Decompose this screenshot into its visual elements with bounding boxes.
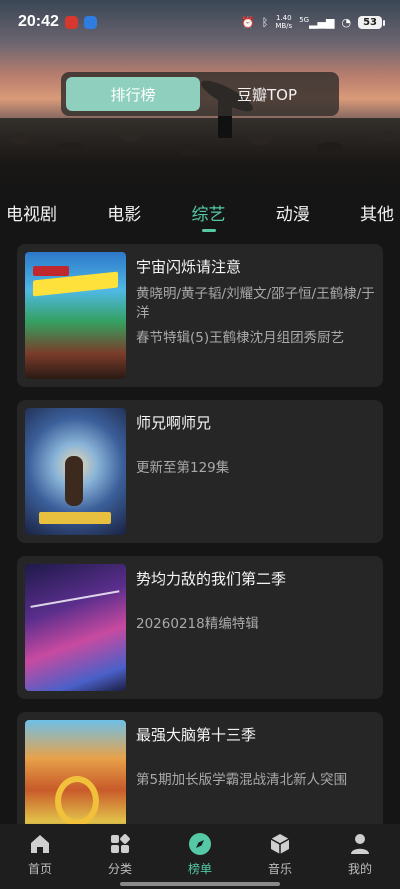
nav-music-label: 音乐 [267,862,292,876]
list-item[interactable]: 宇宙闪烁请注意 黄晓明/黄子韬/刘耀文/邵子恒/王鹤棣/于洋 春节特辑(5)王鹤… [17,244,383,387]
tab-other[interactable]: 其他 [360,190,394,234]
tab-tv-series[interactable]: 电视剧 [6,190,57,234]
status-bar: 20:42 ⏰ ᛒ 1.40 MB/s 5G▂▄▆ ◔ 53 [0,0,400,44]
app-notification-icon [83,15,97,29]
bluetooth-icon: ᛒ [261,15,269,29]
poster-image [25,252,126,379]
list-item[interactable]: 势均力敌的我们第二季 20260218精编特辑 [17,556,383,699]
home-indicator[interactable] [120,882,280,886]
netease-music-icon [64,15,78,29]
ranking-list: 宇宙闪烁请注意 黄晓明/黄子韬/刘耀文/邵子恒/王鹤棣/于洋 春节特辑(5)王鹤… [0,234,400,824]
item-title: 势均力敌的我们第二季 [136,570,287,588]
nav-profile-label: 我的 [347,862,372,876]
user-icon [351,834,369,854]
item-title: 宇宙闪烁请注意 [136,258,242,276]
network-type: 5G [299,15,310,24]
tab-douban-top[interactable]: 豆瓣TOP [200,77,334,111]
list-item[interactable]: 最强大脑第十三季 第5期加长版学霸混战清北新人突围 [17,712,383,824]
nav-category-label: 分类 [107,862,132,876]
poster-image [25,720,126,824]
tab-variety[interactable]: 综艺 [192,190,226,234]
item-cast: 黄晓明/黄子韬/刘耀文/邵子恒/王鹤棣/于洋 [136,286,375,321]
network-speed-value: 1.40 [275,14,292,22]
compass-icon [189,833,211,855]
item-subtitle: 第5期加长版学霸混战清北新人突围 [136,772,348,788]
tab-anime[interactable]: 动漫 [276,190,310,234]
cube-icon [270,834,290,854]
network-speed-unit: MB/s [275,22,293,30]
nav-home[interactable]: 首页 [10,832,70,889]
item-title: 最强大脑第十三季 [136,726,257,744]
nav-category[interactable]: 分类 [90,832,150,889]
item-subtitle: 20260218精编特辑 [136,616,259,632]
nav-home-label: 首页 [27,862,52,876]
status-time: 20:42 [18,13,59,30]
alarm-icon: ⏰ [241,15,255,29]
ranking-source-switch: 排行榜 豆瓣TOP [61,72,339,116]
nav-ranking[interactable]: 榜单 [170,832,230,889]
wifi-icon: ◔ [341,15,352,29]
battery-indicator: 53 [358,15,385,29]
network-speed: 1.40 MB/s [275,14,292,30]
list-item[interactable]: 师兄啊师兄 更新至第129集 [17,400,383,543]
item-subtitle: 春节特辑(5)王鹤棣沈月组团秀厨艺 [136,330,345,346]
tab-movies[interactable]: 电影 [107,190,141,234]
grid-icon [111,834,130,853]
home-icon [31,835,49,853]
poster-image [25,564,126,691]
banner-rocks [0,118,400,190]
tab-leaderboard[interactable]: 排行榜 [66,77,200,111]
cellular-signal-icon: 5G▂▄▆ [299,15,335,29]
item-title: 师兄啊师兄 [136,414,212,432]
item-subtitle: 更新至第129集 [136,460,230,476]
nav-ranking-label: 榜单 [187,862,212,876]
nav-profile[interactable]: 我的 [330,832,390,889]
nav-music[interactable]: 音乐 [250,832,310,889]
poster-image [25,408,126,535]
bottom-navigation: 首页 分类 榜单 音乐 我的 [0,824,400,889]
category-tabs: 电视剧 电影 综艺 动漫 其他 [0,190,400,234]
